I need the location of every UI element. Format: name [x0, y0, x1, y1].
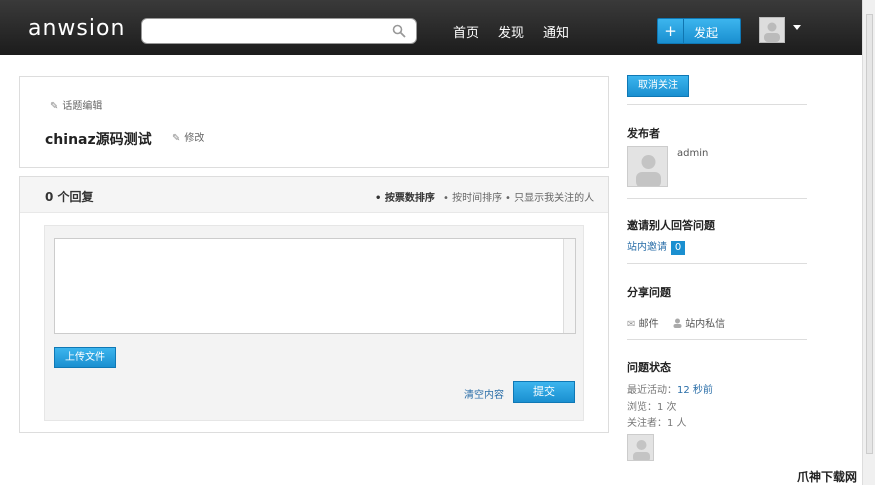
- edit-topic-label: 话题编辑: [62, 101, 103, 112]
- chevron-down-icon[interactable]: [793, 25, 801, 30]
- avatar-icon: [636, 155, 661, 186]
- recent-activity-value: 12 秒前: [677, 385, 713, 396]
- user-icon: [673, 318, 682, 328]
- page-scrollbar[interactable]: [862, 0, 875, 485]
- nav-discover[interactable]: 发现: [498, 22, 524, 41]
- invite-heading: 邀请别人回答问题: [627, 219, 715, 232]
- publisher-name[interactable]: admin: [677, 148, 708, 159]
- share-mail-link[interactable]: ✉ 邮件: [627, 315, 659, 330]
- submit-button[interactable]: 提交: [513, 381, 575, 403]
- share-mail-label: 邮件: [638, 319, 659, 330]
- mail-icon: ✉: [627, 319, 636, 330]
- avatar-icon: [633, 440, 650, 460]
- divider: [627, 339, 807, 340]
- pencil-icon: ✎: [172, 133, 181, 144]
- modify-label: 修改: [184, 133, 205, 144]
- sort-by-votes[interactable]: • 按票数排序: [375, 189, 435, 204]
- site-logo[interactable]: anwsion: [28, 16, 125, 41]
- views-count: 浏览：1 次: [627, 402, 677, 413]
- clear-content-link[interactable]: 清空内容: [464, 386, 504, 401]
- follower-avatar[interactable]: [627, 434, 654, 461]
- search-input[interactable]: [141, 18, 417, 44]
- divider: [627, 198, 807, 199]
- publish-button[interactable]: + 发起: [657, 18, 741, 44]
- publisher-avatar[interactable]: [627, 146, 668, 187]
- site-invite-link[interactable]: 站内邀请 0: [627, 238, 685, 255]
- watermark: 爪神下载网: [797, 470, 858, 484]
- sort-followed-only[interactable]: • 只显示我关注的人: [505, 189, 594, 204]
- answer-textarea[interactable]: [54, 238, 576, 334]
- publish-label: 发起: [694, 26, 719, 40]
- answer-editor: 上传文件 清空内容 提交: [44, 225, 584, 421]
- recent-activity-label: 最近活动：: [627, 385, 677, 396]
- scrollbar-thumb[interactable]: [866, 14, 873, 454]
- upload-file-button[interactable]: 上传文件: [54, 347, 116, 368]
- avatar-icon: [764, 22, 780, 42]
- plus-icon: +: [658, 19, 684, 43]
- recent-activity: 最近活动：12 秒前: [627, 381, 713, 396]
- modify-link[interactable]: ✎ 修改: [172, 129, 204, 144]
- publisher-heading: 发布者: [627, 127, 660, 140]
- search-icon[interactable]: [392, 24, 406, 38]
- site-invite-label: 站内邀请: [627, 242, 667, 253]
- pencil-icon: ✎: [50, 101, 59, 112]
- answers-card: 0 个回复 • 按票数排序 • 按时间排序 • 只显示我关注的人 上传文件 清空…: [19, 176, 609, 433]
- nav-notify[interactable]: 通知: [543, 22, 569, 41]
- share-pm-link[interactable]: 站内私信: [673, 315, 725, 330]
- followers-count: 关注者：1 人: [627, 418, 687, 429]
- divider: [627, 263, 807, 264]
- share-heading: 分享问题: [627, 286, 671, 299]
- question-title: chinaz源码测试: [45, 132, 152, 148]
- divider: [627, 104, 807, 105]
- answer-count: 0 个回复: [45, 190, 94, 204]
- edit-topic-link[interactable]: ✎ 话题编辑: [50, 97, 102, 112]
- status-heading: 问题状态: [627, 361, 671, 374]
- question-title-card: ✎ 话题编辑 chinaz源码测试 ✎ 修改: [19, 76, 609, 168]
- top-bar: anwsion 首页 发现 通知 + 发起: [0, 0, 862, 55]
- unfollow-button[interactable]: 取消关注: [627, 75, 689, 97]
- answers-header: 0 个回复 • 按票数排序 • 按时间排序 • 只显示我关注的人: [20, 177, 608, 213]
- textarea-scrollbar[interactable]: [563, 239, 575, 333]
- share-pm-label: 站内私信: [685, 319, 726, 330]
- sort-by-time[interactable]: • 按时间排序: [443, 189, 502, 204]
- nav-home[interactable]: 首页: [453, 22, 479, 41]
- user-avatar[interactable]: [759, 17, 785, 43]
- invite-count-badge: 0: [671, 241, 685, 255]
